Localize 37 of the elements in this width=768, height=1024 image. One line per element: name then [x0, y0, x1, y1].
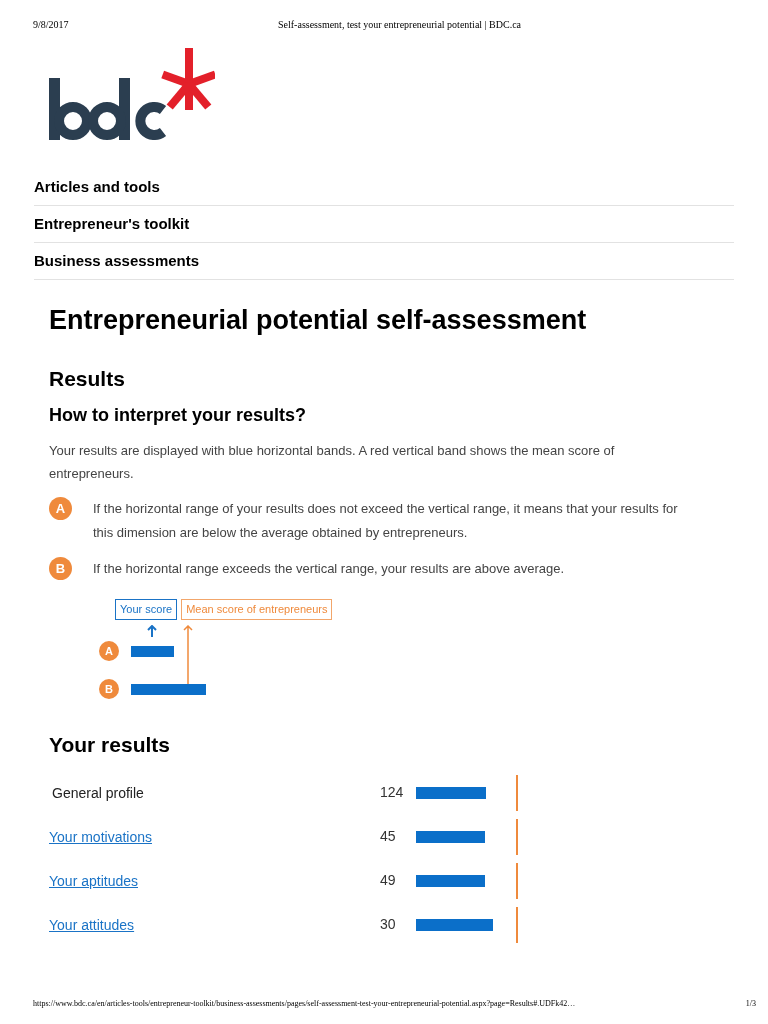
marker-badge: A	[99, 641, 119, 661]
breadcrumb-link[interactable]: Business assessments	[34, 252, 200, 269]
print-page-number: 1/3	[745, 998, 756, 1010]
result-link[interactable]: Your aptitudes	[49, 872, 138, 889]
mean-line	[516, 818, 518, 855]
breadcrumb-link[interactable]: Entrepreneur's toolkit	[34, 215, 190, 232]
mean-line	[516, 906, 518, 943]
mean-score-legend: Mean score of entrepreneurs	[181, 599, 333, 620]
score-bar	[416, 874, 485, 887]
score-bar	[416, 830, 485, 843]
result-score: 45	[380, 827, 397, 846]
result-label: General profile	[51, 784, 144, 801]
print-page-title: Self-assessment, test your entrepreneurial potential | BDC.ca	[278, 18, 522, 32]
mean-line	[516, 774, 518, 811]
marker-badge: B	[49, 557, 72, 580]
results-heading: Results	[49, 365, 126, 392]
marker-badge: B	[99, 679, 119, 699]
marker-badge: A	[49, 497, 72, 520]
your-results-heading: Your results	[49, 732, 171, 758]
explanation-text: If the horizontal range of your results does not exceed the vertical range, it means that your results for this dimension are below the average obtained by entrepreneurs.	[93, 500, 679, 542]
result-score: 49	[380, 871, 397, 890]
up-arrow-icon	[147, 625, 157, 637]
mean-line	[516, 862, 518, 899]
score-bar	[416, 786, 486, 799]
breadcrumb-link[interactable]: Articles and tools	[34, 178, 160, 195]
intro-text: Your results are displayed with blue horizontal bands. A red vertical band shows the mean score of entrepreneurs.	[49, 442, 616, 483]
page-title: Entrepreneurial potential self-assessment	[49, 304, 588, 337]
explanation-text: If the horizontal range exceeds the vertical range, your results are above average.	[93, 560, 566, 578]
interpret-heading: How to interpret your results?	[49, 404, 308, 427]
print-date: 9/8/2017	[33, 18, 70, 32]
score-bar	[131, 645, 174, 657]
print-url: https://www.bdc.ca/en/articles-tools/entrepreneur-toolkit/business-assessments/pages/self-assessment-test-your-entrepreneurial-potential.aspx?page=Results#.UDFk42…	[33, 998, 576, 1010]
your-score-legend: Your score	[115, 599, 178, 620]
result-score: 30	[380, 915, 397, 934]
result-score: 124	[380, 783, 405, 802]
result-link[interactable]: Your attitudes	[49, 916, 135, 933]
result-link[interactable]: Your motivations	[49, 828, 152, 845]
